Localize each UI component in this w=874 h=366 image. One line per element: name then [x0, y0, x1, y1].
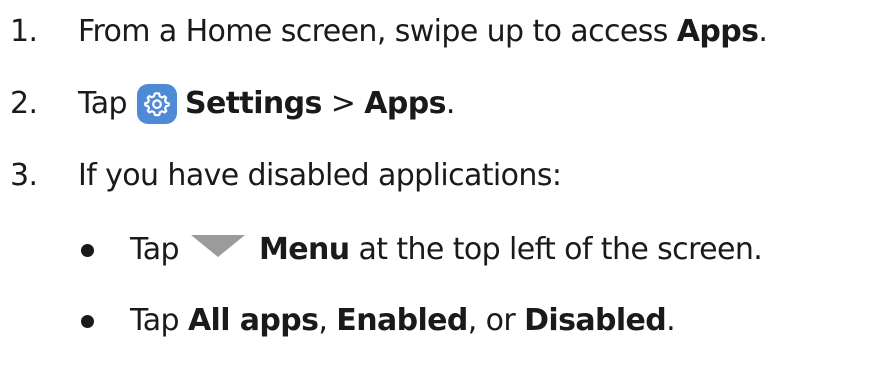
- step-text-plain: From a Home screen, swipe up to access: [78, 14, 677, 49]
- step-number: 3.: [10, 158, 38, 193]
- step-text-separator: >: [321, 86, 365, 121]
- bullet-icon: [81, 315, 94, 328]
- subitem-text-separator: , or: [467, 303, 525, 338]
- step-text-bold: Apps: [364, 86, 446, 121]
- subitem-text-bold: All apps: [187, 303, 319, 338]
- step-text: Tap Settings > Apps.: [78, 84, 455, 124]
- subitem-text-separator: ,: [318, 303, 337, 338]
- subitem-text-plain: at the top left of the screen.: [349, 232, 763, 267]
- step-number: 2.: [10, 86, 38, 121]
- subitem-text-bold: Menu: [259, 232, 350, 267]
- dropdown-triangle-icon: [191, 235, 245, 257]
- subitem-text-plain: .: [666, 303, 676, 338]
- step-text-plain: .: [445, 86, 456, 121]
- step-text-plain: Tap: [78, 86, 128, 121]
- subitem-text: Tap Menu at the top left of the screen.: [130, 230, 763, 270]
- subitem-text-plain: Tap: [130, 303, 188, 338]
- subitem-text-bold: Disabled: [524, 303, 667, 338]
- step-text-bold: Apps: [676, 14, 759, 49]
- subitem-text: Tap All apps, Enabled, or Disabled.: [130, 301, 676, 341]
- step-text: If you have disabled applications:: [78, 158, 562, 193]
- subitem-text-plain: Tap: [130, 232, 180, 267]
- subitem-text-bold: Enabled: [336, 303, 468, 338]
- step-text-plain: .: [758, 14, 768, 49]
- step-number: 1.: [10, 14, 38, 49]
- step-text: From a Home screen, swipe up to access A…: [78, 12, 768, 52]
- instruction-list: 1. From a Home screen, swipe up to acces…: [0, 0, 874, 366]
- gear-icon: [137, 84, 177, 124]
- step-text-bold: Settings: [185, 86, 322, 121]
- bullet-icon: [81, 244, 94, 257]
